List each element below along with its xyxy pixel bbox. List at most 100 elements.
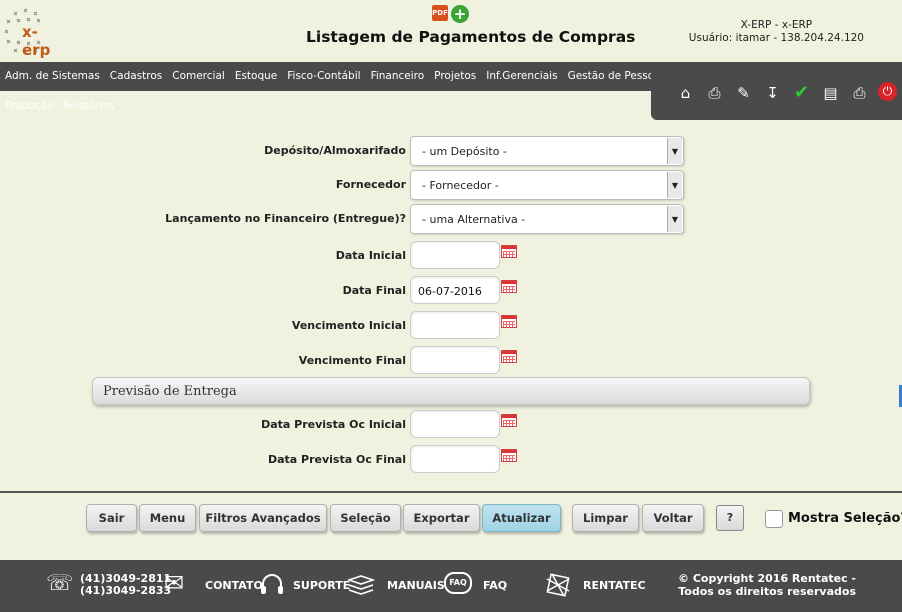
prevista-final-label: Data Prevista Oc Final bbox=[267, 453, 406, 466]
help-button[interactable]: ? bbox=[716, 505, 744, 531]
deposito-select[interactable]: - um Depósito - ▼ bbox=[410, 136, 684, 166]
menu-item-producao[interactable]: Produção bbox=[5, 100, 54, 112]
lancamento-value: - uma Alternativa - bbox=[422, 213, 526, 226]
lancamento-select[interactable]: - uma Alternativa - ▼ bbox=[410, 204, 684, 234]
toolbar: ⌂ ⎙ ✎ ↧ ✔ ▤ ⎙ ⏻ bbox=[651, 62, 902, 120]
calendar-icon[interactable] bbox=[501, 449, 517, 462]
row-data-final: Data Final 06-07-2016 bbox=[0, 274, 902, 308]
row-prevista-final: Data Prevista Oc Final bbox=[0, 443, 902, 477]
rentatec-link[interactable]: RENTATEC bbox=[583, 579, 646, 592]
menu-item-comercial[interactable]: Comercial bbox=[172, 70, 225, 82]
calendar-icon[interactable] bbox=[501, 280, 517, 293]
menu-item-projetos[interactable]: Projetos bbox=[434, 70, 476, 82]
data-final-value: 06-07-2016 bbox=[418, 285, 482, 298]
x-erp-logo[interactable]: x-erp bbox=[2, 6, 64, 59]
vencimento-inicial-label: Vencimento Inicial bbox=[291, 319, 406, 332]
row-data-inicial: Data Inicial bbox=[0, 239, 902, 273]
exportar-button[interactable]: Exportar bbox=[403, 504, 480, 532]
envelope-icon[interactable]: ✉ bbox=[164, 571, 184, 595]
phone-2: (41)3049-2833 bbox=[80, 584, 172, 597]
header-actions: PDF + bbox=[432, 5, 469, 23]
deposito-label: Depósito/Almoxarifado bbox=[264, 144, 406, 157]
menu-item-inf-gerenciais[interactable]: Inf.Gerenciais bbox=[486, 70, 557, 82]
filtros-avancados-button[interactable]: Filtros Avançados bbox=[199, 504, 327, 532]
system-name: X-ERP - x-ERP bbox=[740, 19, 813, 31]
fornecedor-value: - Fornecedor - bbox=[422, 179, 499, 192]
prevista-final-input[interactable] bbox=[410, 445, 500, 473]
mostra-selecao-label: Mostra Seleção? bbox=[788, 511, 902, 526]
headset-icon[interactable] bbox=[259, 574, 285, 596]
row-deposito: Depósito/Almoxarifado - um Depósito - ▼ bbox=[0, 134, 902, 168]
edit-document-icon[interactable]: ✎ bbox=[733, 82, 754, 103]
menu-item-cadastros[interactable]: Cadastros bbox=[110, 70, 162, 82]
data-inicial-input[interactable] bbox=[410, 241, 500, 269]
contato-link[interactable]: CONTATO bbox=[205, 579, 263, 592]
main-menu: Adm. de Sistemas Cadastros Comercial Est… bbox=[5, 70, 666, 82]
data-final-label: Data Final bbox=[342, 284, 406, 297]
calendar-icon[interactable] bbox=[501, 350, 517, 363]
menu-item-fisco-contabil[interactable]: Fisco-Contábil bbox=[287, 70, 360, 82]
menu-item-adm-sistemas[interactable]: Adm. de Sistemas bbox=[5, 70, 100, 82]
mostra-selecao-checkbox[interactable] bbox=[765, 510, 783, 528]
chevron-down-icon[interactable]: ▼ bbox=[667, 206, 682, 232]
faq-icon[interactable]: FAQ bbox=[444, 572, 472, 594]
copyright: © Copyright 2016 Rentatec - Todos os dir… bbox=[677, 572, 856, 598]
row-lancamento: Lançamento no Financeiro (Entregue)? - u… bbox=[0, 202, 902, 236]
section-previsao-entrega: Previsão de Entrega bbox=[92, 377, 810, 405]
row-vencimento-final: Vencimento Final bbox=[0, 344, 902, 378]
chevron-down-icon[interactable]: ▼ bbox=[667, 138, 682, 164]
telephone-icon: ☏ bbox=[46, 571, 74, 596]
vencimento-final-input[interactable] bbox=[410, 346, 500, 374]
vencimento-final-label: Vencimento Final bbox=[298, 354, 406, 367]
manuais-link[interactable]: MANUAIS bbox=[387, 579, 445, 592]
user-info: Usuário: itamar - 138.204.24.120 bbox=[688, 32, 864, 44]
phone-numbers: (41)3049-2811 (41)3049-2833 bbox=[80, 573, 171, 597]
menu-button[interactable]: Menu bbox=[139, 504, 196, 532]
print-icon[interactable]: ⎙ bbox=[849, 82, 870, 103]
calendar-icon[interactable] bbox=[501, 245, 517, 258]
vencimento-inicial-input[interactable] bbox=[410, 311, 500, 339]
system-info: X-ERP - x-ERP Usuário: itamar - 138.204.… bbox=[689, 19, 864, 45]
rentatec-logo-icon bbox=[546, 573, 570, 597]
atualizar-button[interactable]: Atualizar bbox=[482, 504, 561, 532]
footer: ☏ (41)3049-2811 (41)3049-2833 ✉ CONTATO … bbox=[0, 560, 902, 612]
calendar-icon[interactable] bbox=[501, 414, 517, 427]
limpar-button[interactable]: Limpar bbox=[572, 504, 639, 532]
new-document-icon[interactable]: ▤ bbox=[820, 82, 841, 103]
menu-item-estoque[interactable]: Estoque bbox=[235, 70, 277, 82]
calendar-icon[interactable] bbox=[501, 315, 517, 328]
deposito-value: - um Depósito - bbox=[422, 145, 507, 158]
pdf-icon[interactable]: PDF bbox=[432, 5, 448, 21]
suporte-link[interactable]: SUPORTE bbox=[293, 579, 350, 592]
books-icon[interactable] bbox=[347, 574, 375, 596]
row-prevista-inicial: Data Prevista Oc Inicial bbox=[0, 408, 902, 442]
lancamento-label: Lançamento no Financeiro (Entregue)? bbox=[165, 212, 406, 225]
sub-menu: Produção Relatórios bbox=[5, 100, 115, 112]
home-icon[interactable]: ⌂ bbox=[675, 82, 696, 103]
chevron-down-icon[interactable]: ▼ bbox=[667, 172, 682, 198]
prevista-inicial-label: Data Prevista Oc Inicial bbox=[261, 418, 406, 431]
sair-button[interactable]: Sair bbox=[86, 504, 137, 532]
data-inicial-label: Data Inicial bbox=[335, 249, 406, 262]
data-final-input[interactable]: 06-07-2016 bbox=[410, 276, 500, 304]
prevista-inicial-input[interactable] bbox=[410, 410, 500, 438]
add-icon[interactable]: + bbox=[451, 5, 469, 23]
faq-link[interactable]: FAQ bbox=[483, 579, 507, 592]
header: x-erp PDF + Listagem de Pagamentos de Co… bbox=[0, 0, 902, 62]
row-vencimento-inicial: Vencimento Inicial bbox=[0, 309, 902, 343]
menu-item-financeiro[interactable]: Financeiro bbox=[371, 70, 425, 82]
divider bbox=[0, 491, 902, 493]
import-icon[interactable]: ↧ bbox=[762, 82, 783, 103]
scanner-icon[interactable]: ⎙ bbox=[704, 82, 725, 103]
menu-item-relatorios[interactable]: Relatórios bbox=[63, 100, 115, 112]
fornecedor-label: Fornecedor bbox=[335, 178, 406, 191]
logo-text: x-erp bbox=[22, 23, 51, 59]
power-icon[interactable]: ⏻ bbox=[878, 82, 897, 101]
section-title: Previsão de Entrega bbox=[103, 384, 237, 399]
check-icon[interactable]: ✔ bbox=[791, 82, 812, 103]
fornecedor-select[interactable]: - Fornecedor - ▼ bbox=[410, 170, 684, 200]
selecao-button[interactable]: Seleção bbox=[330, 504, 401, 532]
row-fornecedor: Fornecedor - Fornecedor - ▼ bbox=[0, 168, 902, 202]
page-title: Listagem de Pagamentos de Compras bbox=[306, 28, 636, 46]
voltar-button[interactable]: Voltar bbox=[642, 504, 704, 532]
